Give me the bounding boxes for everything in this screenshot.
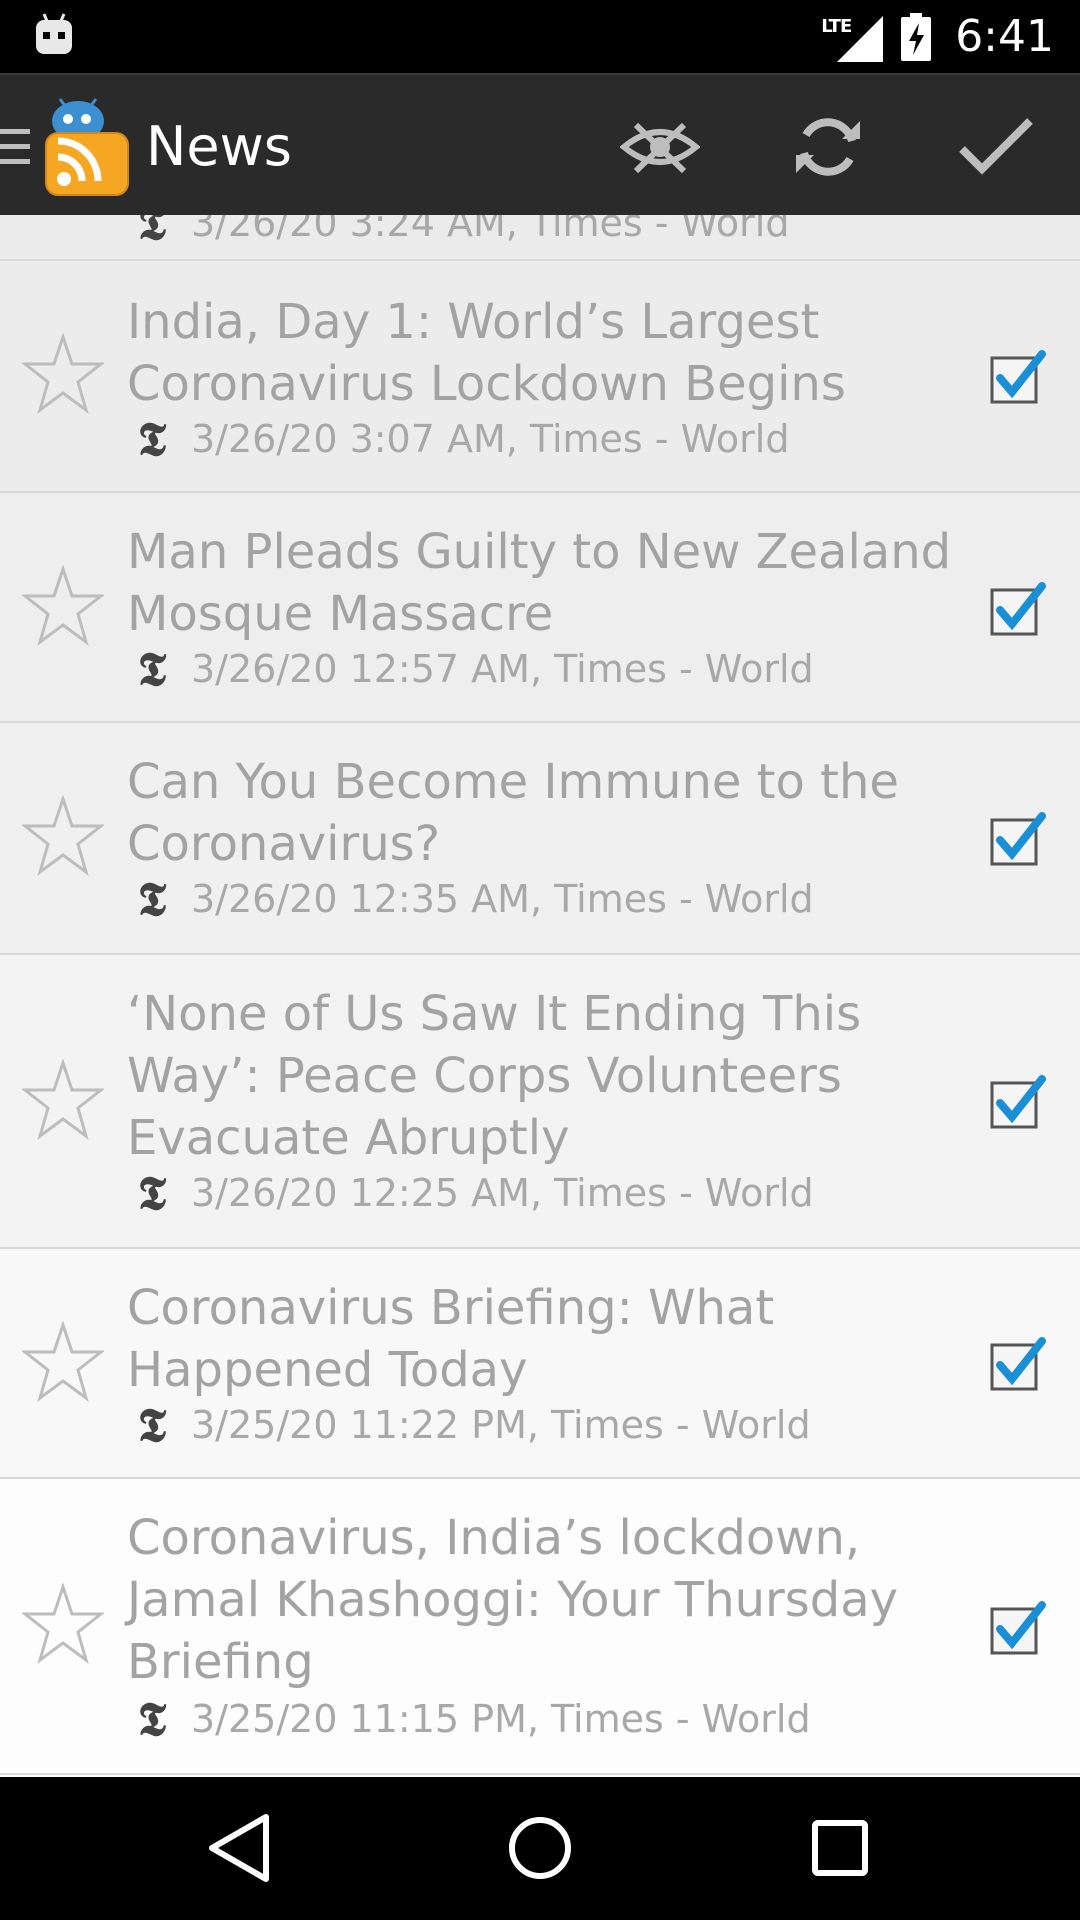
battery-charging-icon xyxy=(901,12,932,61)
item-meta-text: 3/26/20 12:25 AM, Times - World xyxy=(191,1171,814,1215)
signal-icon: LTE xyxy=(821,12,885,62)
refresh-icon xyxy=(796,118,860,176)
star-icon[interactable] xyxy=(22,1321,104,1403)
item-meta-text: 3/26/20 3:07 AM, Times - World xyxy=(191,417,790,461)
feed-icon: 𝕿 xyxy=(137,412,167,466)
list-item[interactable]: India, Day 1: World’s Largest Coronaviru… xyxy=(0,261,1080,493)
feed-icon: 𝕿 xyxy=(137,215,167,250)
item-meta-text: 3/25/20 11:22 PM, Times - World xyxy=(191,1403,811,1447)
feed-icon: 𝕿 xyxy=(137,642,167,696)
list-item-partial[interactable]: 𝕿 3/26/20 3:24 AM, Times - World xyxy=(0,215,1080,261)
item-meta-text: 3/26/20 12:35 AM, Times - World xyxy=(191,877,814,921)
mark-all-read-button[interactable] xyxy=(950,101,1042,193)
read-checkbox[interactable] xyxy=(988,578,1048,638)
item-title[interactable]: ‘None of Us Saw It Ending This Way’: Pea… xyxy=(127,983,957,1169)
item-title[interactable]: India, Day 1: World’s Largest Coronaviru… xyxy=(127,291,957,415)
list-item[interactable]: ‘None of Us Saw It Ending This Way’: Pea… xyxy=(0,955,1080,1249)
star-icon[interactable] xyxy=(22,1059,104,1141)
home-icon[interactable] xyxy=(495,1803,585,1893)
status-bar: LTE 6:41 xyxy=(0,0,1080,73)
star-icon[interactable] xyxy=(22,565,104,647)
item-title[interactable]: Coronavirus, India’s lockdown, Jamal Kha… xyxy=(127,1507,957,1693)
item-meta: 𝕿 3/25/20 11:22 PM, Times - World xyxy=(127,1399,811,1451)
action-bar: News xyxy=(0,73,1080,215)
item-meta: 𝕿 3/25/20 11:15 PM, Times - World xyxy=(127,1693,811,1745)
drawer-icon[interactable] xyxy=(0,125,30,169)
list-item[interactable]: Coronavirus, India’s lockdown, Jamal Kha… xyxy=(0,1479,1080,1775)
read-checkbox[interactable] xyxy=(988,1071,1048,1131)
feed-icon: 𝕿 xyxy=(137,872,167,926)
hide-read-icon xyxy=(620,122,700,174)
list-item[interactable]: Can You Become Immune to the Coronavirus… xyxy=(0,723,1080,955)
read-checkbox[interactable] xyxy=(988,808,1048,868)
feed-icon: 𝕿 xyxy=(137,1398,167,1452)
hide-read-button[interactable] xyxy=(614,101,706,193)
feed-icon: 𝕿 xyxy=(137,1692,167,1746)
list-item[interactable]: Coronavirus Briefing: What Happened Toda… xyxy=(0,1249,1080,1479)
page-title: News xyxy=(146,115,292,178)
navigation-bar xyxy=(0,1777,1080,1920)
item-meta-text: 3/26/20 3:24 AM, Times - World xyxy=(191,215,790,245)
item-title[interactable]: Can You Become Immune to the Coronavirus… xyxy=(127,751,957,875)
recents-icon[interactable] xyxy=(795,1803,885,1893)
refresh-button[interactable] xyxy=(782,101,874,193)
star-icon[interactable] xyxy=(22,1583,104,1665)
mark-all-read-icon xyxy=(959,118,1033,175)
read-checkbox[interactable] xyxy=(988,346,1048,406)
item-meta: 𝕿 3/26/20 3:24 AM, Times - World xyxy=(127,215,790,250)
star-icon[interactable] xyxy=(22,795,104,877)
item-meta: 𝕿 3/26/20 12:25 AM, Times - World xyxy=(127,1167,814,1219)
news-list[interactable]: 𝕿 3/26/20 3:24 AM, Times - World India, … xyxy=(0,215,1080,1777)
item-meta: 𝕿 3/26/20 12:35 AM, Times - World xyxy=(127,873,814,925)
item-title[interactable]: Man Pleads Guilty to New Zealand Mosque … xyxy=(127,521,957,645)
clock: 6:41 xyxy=(955,11,1054,62)
item-meta-text: 3/25/20 11:15 PM, Times - World xyxy=(191,1697,811,1741)
feed-icon: 𝕿 xyxy=(137,1166,167,1220)
read-checkbox[interactable] xyxy=(988,1597,1048,1657)
app-logo[interactable] xyxy=(40,95,132,197)
item-title[interactable]: Coronavirus Briefing: What Happened Toda… xyxy=(127,1277,957,1401)
item-meta: 𝕿 3/26/20 3:07 AM, Times - World xyxy=(127,412,790,466)
list-item[interactable]: Man Pleads Guilty to New Zealand Mosque … xyxy=(0,493,1080,723)
android-notification-icon xyxy=(36,13,72,54)
item-meta-text: 3/26/20 12:57 AM, Times - World xyxy=(191,647,814,691)
read-checkbox[interactable] xyxy=(988,1333,1048,1393)
back-icon[interactable] xyxy=(196,1803,286,1893)
star-icon[interactable] xyxy=(22,333,104,415)
item-meta: 𝕿 3/26/20 12:57 AM, Times - World xyxy=(127,643,814,695)
